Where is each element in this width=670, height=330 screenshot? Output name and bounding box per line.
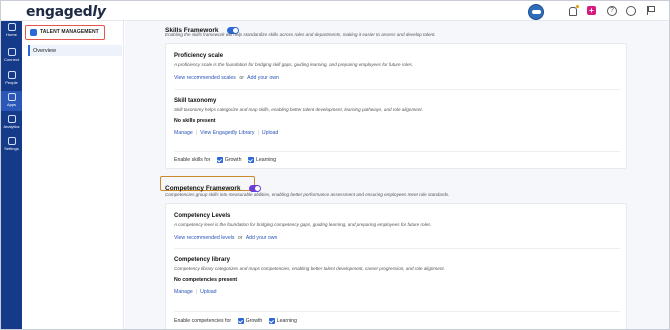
- nav-label: People: [5, 80, 18, 85]
- main-content: Skills Framework Enabling the skills fra…: [125, 21, 669, 329]
- subnav-item-overview[interactable]: Overview: [28, 45, 122, 56]
- library-description: Competency library categorizes and maps …: [174, 266, 445, 271]
- divider: [174, 248, 620, 249]
- nav-item-connect[interactable]: Connect: [1, 48, 22, 62]
- logo-text: engaged: [26, 4, 93, 20]
- levels-title: Competency Levels: [174, 213, 231, 219]
- library-title: Competency library: [174, 257, 231, 263]
- clock-icon[interactable]: [626, 6, 636, 16]
- enable-competencies-label: Enable competencies for: [174, 318, 232, 324]
- app-window: Home Connect People Apps Analytics Setti…: [0, 0, 670, 330]
- help-icon[interactable]: ?: [607, 6, 617, 16]
- library-block: Competency library Competency library ca…: [174, 257, 445, 295]
- nav-label: Apps: [6, 102, 17, 107]
- levels-description: A competency level is the foundation for…: [174, 222, 432, 227]
- nav-label: Home: [6, 32, 17, 37]
- module-label: TALENT MANAGEMENT: [40, 29, 99, 35]
- sub-nav: TALENT MANAGEMENT Overview: [22, 21, 124, 329]
- divider: [174, 151, 620, 152]
- skills-framework-header: Skills Framework: [165, 22, 239, 40]
- left-nav: Home Connect People Apps Analytics Setti…: [1, 1, 22, 329]
- nav-item-apps[interactable]: Apps: [1, 91, 22, 111]
- apps-icon: [7, 93, 16, 101]
- divider: [174, 89, 620, 90]
- view-recommended-scales-link[interactable]: View recommended scales: [174, 75, 236, 81]
- nav-item-home[interactable]: Home: [1, 23, 22, 37]
- home-icon: [7, 23, 16, 31]
- plus-icon[interactable]: +: [587, 6, 596, 15]
- enable-skills-row: Enable skills for Growth Learning: [174, 157, 276, 163]
- manage-skills-link[interactable]: Manage: [174, 130, 193, 136]
- view-library-link[interactable]: View Engagedly Library: [200, 130, 254, 136]
- enable-competencies-row: Enable competencies for Growth Learning: [174, 318, 297, 324]
- flag-icon[interactable]: [645, 6, 655, 16]
- competency-card: Competency Levels A competency level is …: [165, 203, 627, 329]
- enable-skills-label: Enable skills for: [174, 157, 211, 163]
- levels-block: Competency Levels A competency level is …: [174, 213, 432, 241]
- upload-skills-link[interactable]: Upload: [262, 130, 278, 136]
- logo-suffix: ly: [92, 4, 106, 20]
- learning-label: Learning: [255, 157, 277, 163]
- nav-item-people[interactable]: People: [1, 71, 22, 85]
- proficiency-description: A proficiency scale is the foundation fo…: [174, 62, 414, 67]
- skills-status: No skills present: [174, 118, 216, 124]
- competency-framework-description: Competencies group skills into measurabl…: [165, 192, 450, 197]
- app-logo[interactable]: engagedly: [26, 4, 106, 20]
- settings-icon: [7, 137, 16, 145]
- mascot-icon[interactable]: [528, 4, 544, 20]
- proficiency-block: Proficiency scale A proficiency scale is…: [174, 53, 413, 81]
- library-actions: Manage | Upload: [174, 289, 217, 295]
- or-text: or: [237, 235, 243, 241]
- add-your-own-scales-link[interactable]: Add your own: [247, 75, 279, 81]
- growth-label: Growth: [224, 157, 242, 163]
- subnav-item-label: Overview: [33, 48, 56, 54]
- or-text: or: [239, 75, 244, 81]
- add-your-own-levels-link[interactable]: Add your own: [246, 235, 278, 241]
- proficiency-title: Proficiency scale: [174, 53, 224, 59]
- upload-competencies-link[interactable]: Upload: [200, 289, 216, 295]
- bell-icon[interactable]: [568, 5, 579, 16]
- growth-checkbox[interactable]: [237, 318, 244, 324]
- learning-checkbox[interactable]: [268, 318, 275, 324]
- notification-dot: [576, 5, 579, 8]
- nav-label: Settings: [4, 146, 19, 151]
- analytics-icon: [7, 115, 16, 123]
- taxonomy-block: Skill taxonomy Skill taxonomy helps cate…: [174, 98, 423, 136]
- taxonomy-description: Skill taxonomy helps categorize and map …: [174, 107, 423, 112]
- learning-label: Learning: [276, 318, 297, 324]
- levels-actions: View recommended levels or Add your own: [174, 235, 432, 241]
- learning-checkbox[interactable]: [247, 157, 254, 163]
- connect-icon: [7, 48, 16, 56]
- view-recommended-levels-link[interactable]: View recommended levels: [174, 235, 234, 241]
- manage-competencies-link[interactable]: Manage: [174, 289, 193, 295]
- skills-framework-description: Enabling the skills framework will help …: [165, 32, 436, 37]
- nav-label: Analytics: [3, 124, 20, 129]
- growth-label: Growth: [245, 318, 263, 324]
- people-icon: [7, 71, 16, 79]
- nav-item-analytics[interactable]: Analytics: [1, 115, 22, 129]
- growth-checkbox[interactable]: [216, 157, 223, 163]
- divider: [174, 311, 620, 312]
- proficiency-actions: View recommended scales or Add your own: [174, 75, 413, 81]
- taxonomy-actions: Manage | View Engagedly Library | Upload: [174, 130, 279, 136]
- taxonomy-title: Skill taxonomy: [174, 98, 217, 104]
- skills-card: Proficiency scale A proficiency scale is…: [165, 43, 627, 169]
- nav-item-settings[interactable]: Settings: [1, 137, 22, 151]
- competencies-status: No competencies present: [174, 277, 238, 283]
- top-bar: engagedly + ?: [1, 1, 669, 21]
- nav-label: Connect: [4, 57, 19, 62]
- module-selector[interactable]: TALENT MANAGEMENT: [25, 25, 105, 40]
- talent-management-icon: [30, 29, 37, 36]
